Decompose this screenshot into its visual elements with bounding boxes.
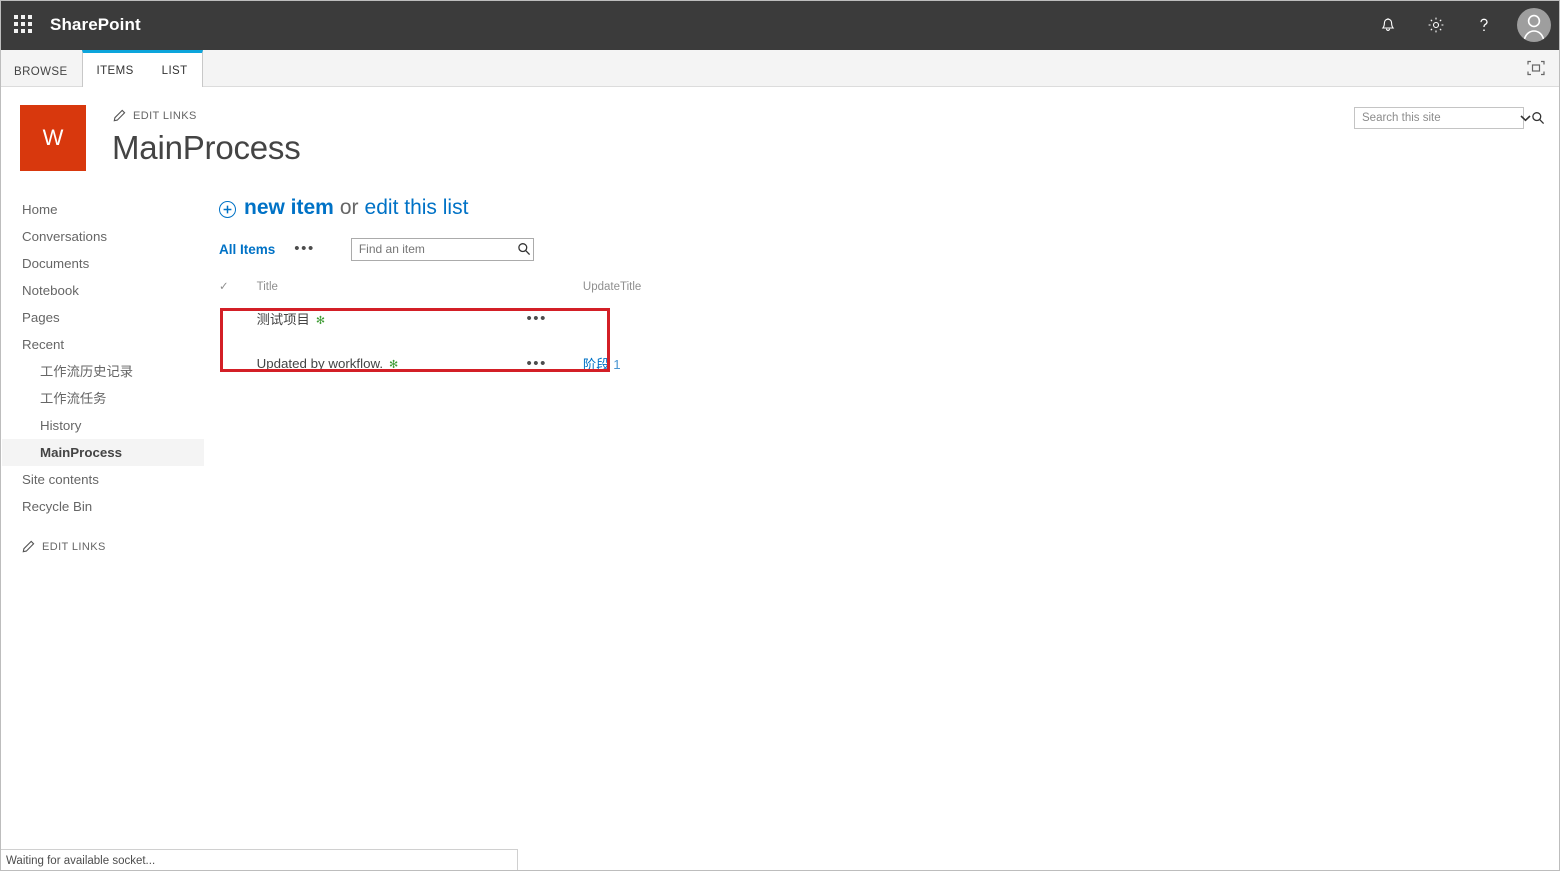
row-updatetitle-number: 1: [613, 357, 621, 372]
new-item-link[interactable]: new item: [244, 196, 334, 220]
edit-links-sidebar[interactable]: EDIT LINKS: [22, 540, 106, 553]
help-question-icon[interactable]: [1460, 0, 1508, 50]
edit-links-top[interactable]: EDIT LINKS: [113, 109, 197, 122]
row-context-menu-ellipsis-icon[interactable]: •••: [526, 310, 547, 327]
sidebar-item-conversations[interactable]: Conversations: [0, 223, 206, 250]
focus-on-content-icon[interactable]: [1526, 59, 1548, 79]
row-menu-cell[interactable]: •••: [526, 338, 582, 385]
view-toolbar: All Items •••: [219, 237, 1319, 261]
tab-list[interactable]: LIST: [148, 55, 202, 87]
edit-links-top-label: EDIT LINKS: [133, 109, 197, 122]
select-all-checkmark-icon[interactable]: ✓: [219, 277, 257, 303]
sidebar-item-workflow-history[interactable]: 工作流历史记录: [0, 358, 206, 385]
row-updatetitle-cell: [583, 303, 859, 338]
sidebar-item-recycle-bin[interactable]: Recycle Bin: [0, 493, 206, 520]
contextual-tab-group: ITEMS LIST: [81, 50, 203, 87]
table-header-row: ✓ Title UpdateTitle: [219, 277, 859, 303]
edit-links-sidebar-label: EDIT LINKS: [42, 540, 106, 553]
sidebar-item-workflow-tasks[interactable]: 工作流任务: [0, 385, 206, 412]
left-navigation: Home Conversations Documents Notebook Pa…: [0, 196, 206, 520]
row-context-menu-ellipsis-icon[interactable]: •••: [526, 355, 547, 372]
list-items-table: ✓ Title UpdateTitle 测试项目 ✻ ••• Updated b…: [219, 277, 859, 385]
row-updatetitle-text[interactable]: 阶段: [583, 357, 610, 372]
row-title-cell[interactable]: 测试项目 ✻: [257, 303, 527, 338]
row-checkbox-cell[interactable]: [219, 303, 257, 338]
ribbon-tab-strip: BROWSE ITEMS LIST: [0, 50, 1560, 87]
sidebar-item-documents[interactable]: Documents: [0, 250, 206, 277]
new-item-star-icon: ✻: [389, 358, 399, 371]
sidebar-item-recent[interactable]: Recent: [0, 331, 206, 358]
new-item-row: new item or edit this list: [219, 193, 1319, 223]
sidebar-item-site-contents[interactable]: Site contents: [0, 466, 206, 493]
suite-bar-actions: [1364, 0, 1560, 50]
table-row[interactable]: Updated by workflow. ✻ ••• 阶段 1: [219, 338, 859, 385]
site-search-box[interactable]: [1354, 107, 1545, 129]
browser-status-bar: Waiting for available socket...: [0, 849, 518, 871]
user-avatar[interactable]: [1508, 0, 1560, 50]
row-title-text: 测试项目: [256, 312, 310, 327]
table-row[interactable]: 测试项目 ✻ •••: [219, 303, 859, 338]
settings-gear-icon[interactable]: [1412, 0, 1460, 50]
column-header-spacer: [526, 277, 582, 303]
or-label: or: [339, 196, 359, 219]
find-item-box[interactable]: [350, 237, 534, 261]
view-selector-all-items[interactable]: All Items: [219, 242, 275, 257]
column-header-title[interactable]: Title: [257, 277, 527, 303]
app-launcher-icon[interactable]: [14, 15, 34, 35]
row-title-cell[interactable]: Updated by workflow. ✻: [257, 338, 527, 385]
plus-circle-icon[interactable]: [219, 200, 236, 218]
search-input[interactable]: [1355, 108, 1520, 128]
notifications-bell-icon[interactable]: [1364, 0, 1412, 50]
site-logo[interactable]: W: [20, 105, 86, 171]
tab-browse[interactable]: BROWSE: [0, 57, 82, 87]
search-icon[interactable]: [1531, 108, 1545, 128]
sidebar-item-home[interactable]: Home: [0, 196, 206, 223]
row-title-text: Updated by workflow.: [256, 356, 384, 371]
find-item-input[interactable]: [351, 238, 516, 260]
sidebar-item-history[interactable]: History: [0, 412, 206, 439]
pencil-icon: [113, 109, 126, 122]
sidebar-item-pages[interactable]: Pages: [0, 304, 206, 331]
tab-items[interactable]: ITEMS: [83, 55, 148, 87]
page-title: MainProcess: [112, 129, 301, 166]
sidebar-item-mainprocess[interactable]: MainProcess: [2, 439, 204, 466]
suite-bar: SharePoint: [0, 0, 1560, 50]
row-checkbox-cell[interactable]: [219, 338, 257, 385]
status-bar-text: Waiting for available socket...: [6, 854, 156, 867]
pencil-icon: [22, 540, 35, 553]
list-content-area: new item or edit this list All Items •••…: [219, 193, 1319, 385]
view-options-ellipsis-icon[interactable]: •••: [294, 241, 315, 256]
row-updatetitle-cell[interactable]: 阶段 1: [583, 338, 859, 385]
chevron-down-icon[interactable]: [1520, 108, 1531, 128]
row-menu-cell[interactable]: •••: [526, 303, 582, 338]
avatar-image: [1517, 8, 1551, 42]
column-header-updatetitle[interactable]: UpdateTitle: [583, 277, 859, 303]
new-item-star-icon: ✻: [315, 314, 326, 327]
sidebar-item-notebook[interactable]: Notebook: [0, 277, 206, 304]
sharepoint-brand-link[interactable]: SharePoint: [50, 15, 141, 35]
edit-this-list-link[interactable]: edit this list: [365, 196, 469, 220]
ribbon-tabs: BROWSE ITEMS LIST: [0, 50, 203, 87]
search-icon[interactable]: [516, 239, 533, 260]
